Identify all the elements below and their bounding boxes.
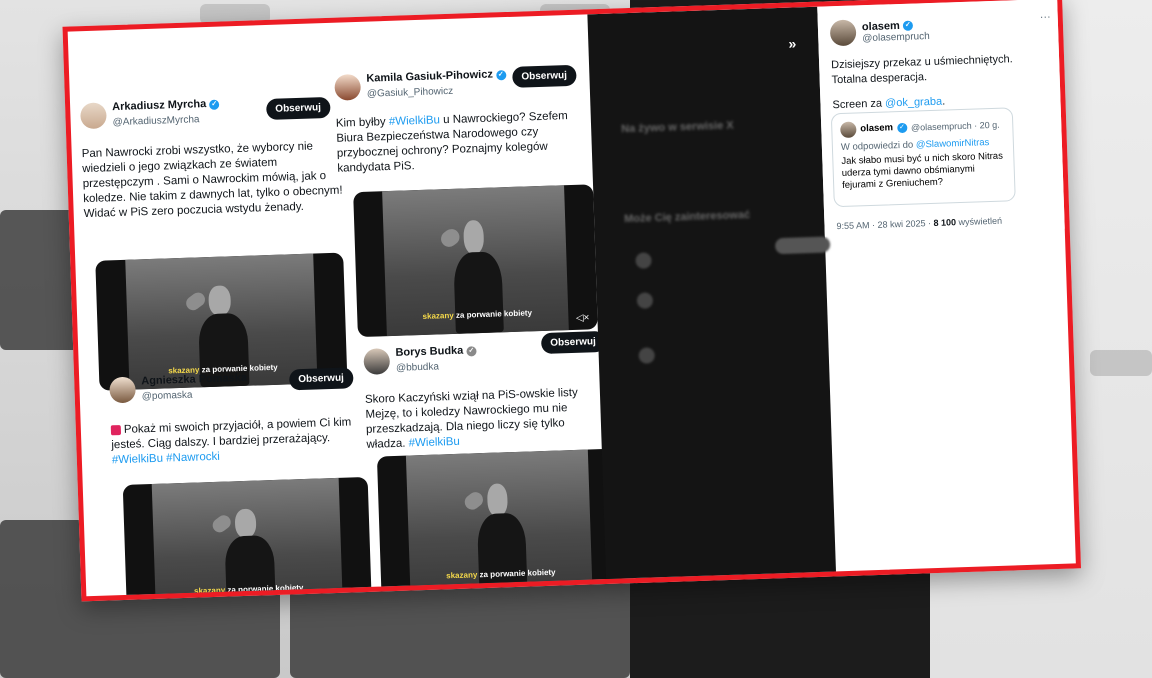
tweet-text: Pan Nawrocki zrobi wszystko, że wyborcy … — [81, 140, 343, 221]
hashtag[interactable]: #WielkiBu — [389, 114, 441, 128]
highlighted-screenshot: Arkadiusz Myrcha ✓ @ArkadiuszMyrcha Obser… — [62, 0, 1082, 616]
avatar — [840, 121, 857, 139]
avatar[interactable] — [109, 376, 136, 404]
screen-credit: Screen za @ok_graba. — [832, 95, 946, 112]
verified-icon: ✓ — [495, 69, 507, 80]
verified-icon: ✓ — [466, 345, 477, 357]
follow-button[interactable]: Obserwuj — [266, 96, 331, 121]
collapse-icon[interactable]: » — [788, 35, 796, 51]
blurred-button — [1090, 350, 1152, 376]
author-name[interactable]: olasem — [862, 19, 900, 32]
author-handle[interactable]: @pomaska — [142, 386, 248, 404]
blurred-avatar — [635, 252, 652, 269]
follow-button[interactable]: Obserwuj — [540, 330, 606, 355]
tweet-gasiuk: Kamila Gasiuk-Pihowicz ✓ @Gasiuk_Pihowicz… — [334, 64, 582, 177]
tweet-timestamp: 9:55 AM · 28 kwi 2025 · 8 100 wyświetleń — [836, 215, 1003, 232]
blurred-avatar — [636, 292, 654, 309]
screenshot-frame: Arkadiusz Myrcha ✓ @ArkadiuszMyrcha Obser… — [62, 0, 1082, 602]
quote-author: olasem — [860, 122, 894, 135]
siren-icon — [110, 424, 122, 436]
verified-icon: ✓ — [896, 122, 908, 134]
tweet-text: Kim byłby #WielkiBu u Nawrockiego? Szefe… — [335, 110, 568, 175]
blurred-avatar — [638, 347, 655, 364]
follow-button[interactable]: Obserwuj — [512, 64, 577, 88]
tweet-text: Dzisiejszy przekaz u uśmiechniętych. Tot… — [830, 53, 1013, 87]
author-name[interactable]: Borys Budka — [395, 344, 463, 361]
author-handle[interactable]: @ArkadiuszMyrcha — [112, 112, 220, 131]
video-player[interactable]: skazany za porwanie kobiety — [122, 476, 372, 602]
author-handle[interactable]: @olasempruch — [862, 30, 930, 43]
video-frame: skazany za porwanie kobiety — [152, 477, 343, 602]
blurred-button — [774, 236, 831, 255]
video-frame: skazany za porwanie kobiety — [381, 185, 570, 337]
avatar[interactable] — [363, 348, 391, 375]
follow-button[interactable]: Obserwuj — [288, 367, 354, 391]
verified-icon: ✓ — [902, 20, 913, 31]
quote-handle: @olasempruch · 20 g. — [910, 119, 1000, 133]
avatar[interactable] — [829, 19, 857, 47]
quoted-tweet[interactable]: olasem ✓ @olasempruch · 20 g. W odpowied… — [830, 107, 1016, 208]
video-player[interactable]: skazany za porwanie kobiety ◁× — [353, 184, 598, 338]
avatar[interactable] — [334, 73, 362, 101]
dark-sidebar-panel: » Na żywo w serwisie X Może Cię zaintere… — [587, 6, 837, 590]
tweet-myrcha: Arkadiusz Myrcha ✓ @ArkadiuszMyrcha Obser… — [80, 93, 344, 223]
blurred-heading: Na żywo w serwisie X — [621, 119, 734, 136]
tweet-pomaska: Agnieszka Pomaska @pomaska Obserwuj Poka… — [109, 367, 362, 468]
avatar[interactable] — [80, 102, 107, 130]
video-player[interactable]: skazany za porwanie kobiety — [376, 448, 622, 597]
hashtag[interactable]: #WielkiBu — [408, 436, 460, 450]
tweet-text: Skoro Kaczyński wziął na PiS-owskie list… — [364, 386, 578, 451]
more-options-icon[interactable]: ··· — [1040, 11, 1051, 23]
verified-icon: ✓ — [209, 99, 220, 110]
mute-icon[interactable]: ◁× — [576, 312, 590, 323]
video-subtitle: skazany za porwanie kobiety — [193, 582, 304, 596]
quote-text: Jak słabo musi być u nich skoro Nitras u… — [841, 150, 1004, 191]
tweet-budka: Borys Budka ✓ @bbudka Obserwuj Skoro Kacz… — [363, 330, 606, 453]
author-handle[interactable]: @Gasiuk_Pihowicz — [367, 82, 507, 102]
author-handle[interactable]: @bbudka — [396, 358, 477, 376]
video-frame: skazany za porwanie kobiety — [405, 449, 593, 596]
blurred-heading: Może Cię zainteresować — [623, 209, 751, 226]
mention-link[interactable]: @ok_graba — [885, 96, 942, 110]
